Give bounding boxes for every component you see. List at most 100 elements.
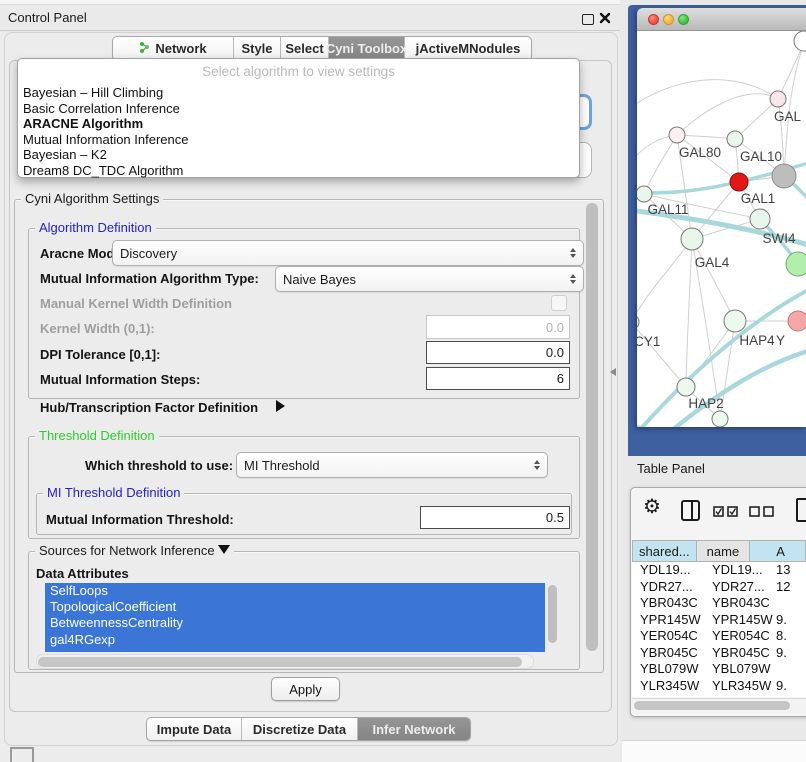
table-row[interactable]: YLR345WYLR345W9. bbox=[632, 678, 806, 695]
close-traffic-light[interactable] bbox=[648, 14, 659, 25]
node-gray[interactable] bbox=[772, 164, 796, 188]
manual-kernel-label: Manual Kernel Width Definition bbox=[40, 296, 232, 311]
dropdown-item-aracne[interactable]: ARACNE Algorithm bbox=[23, 116, 573, 132]
network-canvas[interactable]: GAL GAL80 GAL10 GAL1 GAL11 SWI4 GAL4 GCY… bbox=[637, 31, 806, 427]
threshold-definition-title: Threshold Definition bbox=[35, 429, 159, 443]
combo-stepper-icon bbox=[570, 274, 576, 285]
network-graph: GAL GAL80 GAL10 GAL1 GAL11 SWI4 GAL4 GCY… bbox=[637, 31, 806, 427]
zoom-traffic-light[interactable] bbox=[678, 14, 689, 25]
tab-style[interactable]: Style bbox=[234, 37, 281, 60]
dropdown-item[interactable]: Bayesian – K2 bbox=[23, 147, 573, 163]
table-row[interactable]: YER054CYER054C8. bbox=[632, 628, 806, 645]
table-horizontal-scrollbar[interactable] bbox=[632, 698, 806, 713]
dropdown-item[interactable]: Bayesian – Hill Climbing bbox=[23, 85, 573, 101]
export-table-icon[interactable] bbox=[796, 498, 806, 522]
list-item[interactable]: TopologicalCoefficient bbox=[45, 599, 545, 615]
network-thick-edges bbox=[637, 159, 806, 427]
app-root: Control Panel Network Style Select Cyni … bbox=[0, 0, 806, 762]
algorithm-dropdown: Select algorithm to view settings Bayesi… bbox=[17, 58, 580, 178]
table-row[interactable]: YDR27...YDR27...12 bbox=[632, 579, 806, 596]
float-window-icon[interactable] bbox=[582, 14, 594, 25]
node-bright-green[interactable] bbox=[786, 252, 806, 276]
bottom-right-strip bbox=[622, 740, 806, 762]
deselect-all-columns-icon[interactable] bbox=[749, 505, 775, 520]
column-header-name[interactable]: name bbox=[697, 540, 751, 562]
tab-jactivemnodules[interactable]: jActiveMNodules bbox=[405, 37, 531, 60]
node-gal4[interactable] bbox=[681, 228, 703, 250]
list-horizontal-scrollbar[interactable] bbox=[36, 654, 534, 669]
select-all-columns-icon[interactable] bbox=[713, 505, 739, 520]
column-header-shared[interactable]: shared... bbox=[632, 540, 697, 562]
tab-network[interactable]: Network bbox=[113, 37, 234, 60]
aracne-mode-value: Discovery bbox=[120, 246, 177, 261]
dropdown-item[interactable]: Mutual Information Inference bbox=[23, 132, 573, 148]
node-gal10[interactable] bbox=[727, 131, 743, 147]
dpi-tolerance-input[interactable]: 0.0 bbox=[426, 341, 570, 364]
node-salmon[interactable] bbox=[788, 311, 806, 331]
mi-type-combobox[interactable]: Naive Bayes bbox=[275, 266, 584, 292]
expand-right-icon[interactable] bbox=[276, 400, 285, 412]
algorithm-dropdown-placeholder: Select algorithm to view settings bbox=[18, 64, 579, 79]
node-gcy1[interactable] bbox=[637, 314, 639, 330]
node-label: GCY1 bbox=[637, 334, 660, 349]
tab-network-label: Network bbox=[155, 41, 206, 56]
node-gal80[interactable] bbox=[669, 127, 685, 143]
node-label: SWI4 bbox=[762, 231, 795, 246]
node-hap4[interactable] bbox=[724, 310, 746, 332]
mi-threshold-input[interactable]: 0.5 bbox=[420, 506, 570, 529]
list-item[interactable]: BetweennessCentrality bbox=[45, 615, 545, 631]
node-gal11[interactable] bbox=[637, 186, 652, 202]
list-item[interactable]: SelfLoops bbox=[45, 583, 545, 599]
combo-stepper-icon bbox=[570, 248, 576, 259]
node-label: GAL80 bbox=[679, 145, 721, 160]
node-label: GAL bbox=[774, 109, 802, 124]
tab-infer-network[interactable]: Infer Network bbox=[358, 718, 470, 740]
column-header-partial[interactable]: A bbox=[750, 540, 806, 562]
minimized-panel-icon[interactable] bbox=[10, 747, 34, 762]
close-icon[interactable] bbox=[599, 12, 611, 24]
table-settings-gear-icon[interactable]: ⚙ bbox=[643, 496, 661, 518]
which-threshold-value: MI Threshold bbox=[244, 458, 320, 473]
node-label: GAL10 bbox=[740, 149, 782, 164]
node-swi4[interactable] bbox=[750, 209, 770, 229]
table-row[interactable]: YIL052CYIL052C9 bbox=[632, 694, 806, 697]
node-unlabeled-top[interactable] bbox=[794, 31, 806, 51]
tab-select[interactable]: Select bbox=[281, 37, 329, 60]
node-hap2[interactable] bbox=[677, 378, 695, 396]
table-row[interactable]: YBL079WYBL079W bbox=[632, 661, 806, 678]
cyni-bottom-tabbar: Impute Data Discretize Data Infer Networ… bbox=[146, 717, 471, 741]
node-gal-partial[interactable] bbox=[770, 91, 786, 107]
table-row[interactable]: YDL19...YDL19...13 bbox=[632, 562, 806, 579]
node-label: GAL4 bbox=[695, 255, 730, 270]
control-panel-title: Control Panel bbox=[8, 10, 87, 25]
node-gal1[interactable] bbox=[730, 173, 748, 191]
tab-impute-data[interactable]: Impute Data bbox=[147, 718, 242, 740]
settings-vertical-scrollbar[interactable] bbox=[584, 201, 600, 667]
sources-group-title: Sources for Network Inference bbox=[35, 544, 234, 558]
network-node-labels: GAL GAL80 GAL10 GAL1 GAL11 SWI4 GAL4 GCY… bbox=[637, 109, 802, 411]
node-bottom[interactable] bbox=[712, 411, 728, 427]
dropdown-item[interactable]: Dream8 DC_TDC Algorithm bbox=[23, 163, 573, 179]
manual-kernel-checkbox[interactable] bbox=[551, 295, 567, 311]
network-window-titlebar[interactable] bbox=[637, 8, 806, 31]
dpi-tolerance-label: DPI Tolerance [0,1]: bbox=[40, 347, 160, 362]
apply-button[interactable]: Apply bbox=[271, 677, 340, 701]
minimize-traffic-light[interactable] bbox=[663, 14, 674, 25]
table-row[interactable]: YBR043CYBR043C bbox=[632, 595, 806, 612]
aracne-mode-combobox[interactable]: Discovery bbox=[112, 240, 584, 266]
table-row[interactable]: YBR045CYBR045C9. bbox=[632, 645, 806, 662]
list-vertical-scrollbar[interactable] bbox=[546, 583, 558, 652]
table-row[interactable]: YPR145WYPR145W9. bbox=[632, 612, 806, 629]
tab-discretize-data[interactable]: Discretize Data bbox=[242, 718, 358, 740]
tab-cyni-toolbox[interactable]: Cyni Toolbox bbox=[329, 37, 405, 60]
kernel-width-input[interactable]: 0.0 bbox=[426, 315, 570, 339]
which-threshold-combobox[interactable]: MI Threshold bbox=[236, 452, 548, 478]
dropdown-item[interactable]: Basic Correlation Inference bbox=[23, 101, 573, 117]
table-panel-title: Table Panel bbox=[637, 461, 705, 476]
collapse-down-icon[interactable] bbox=[218, 545, 230, 554]
node-label: HAP2 bbox=[688, 396, 723, 411]
list-item[interactable]: gal4RGexp bbox=[45, 632, 545, 648]
mi-steps-input[interactable]: 6 bbox=[426, 367, 570, 390]
column-layout-icon[interactable] bbox=[681, 500, 700, 521]
panel-splitter-handle[interactable] bbox=[610, 368, 616, 376]
